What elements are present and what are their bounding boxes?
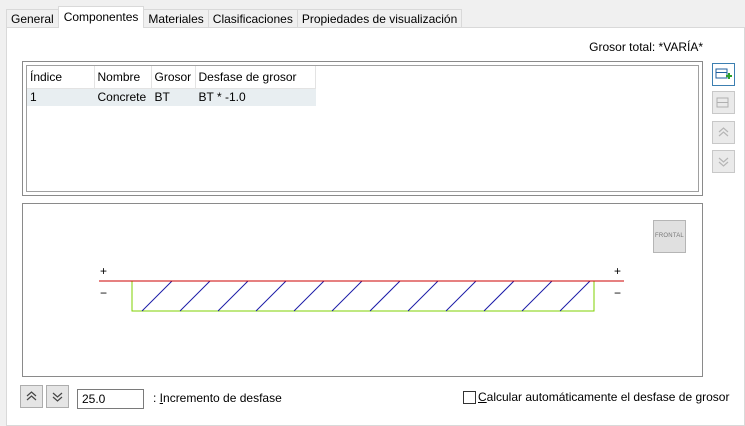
tab-propiedades-visualizacion[interactable]: Propiedades de visualización <box>296 9 463 28</box>
label-prefix: : <box>153 391 160 405</box>
components-grid: Índice Nombre Grosor Desfase de grosor 1… <box>26 65 699 192</box>
column-header-indice[interactable]: Índice <box>27 66 95 89</box>
remove-component-button[interactable] <box>712 91 735 114</box>
offset-increment-label: : Incremento de desfase <box>153 391 282 405</box>
add-component-button[interactable] <box>712 63 735 86</box>
frontal-view-button[interactable]: FRONTAL <box>653 220 686 253</box>
components-grid-frame: Índice Nombre Grosor Desfase de grosor 1… <box>22 61 703 196</box>
add-component-icon <box>715 68 732 79</box>
column-header-nombre[interactable]: Nombre <box>94 66 152 89</box>
offset-down-button[interactable] <box>46 385 69 408</box>
move-down-icon <box>718 157 729 167</box>
auto-offset-option[interactable]: Calcular automáticamente el desfase de g… <box>463 390 729 404</box>
minus-left-marker: − <box>100 286 107 300</box>
cell-grosor[interactable]: BT <box>151 88 196 106</box>
tab-materiales[interactable]: Materiales <box>143 9 209 28</box>
plus-left-marker: + <box>100 264 107 278</box>
table-row[interactable]: 1 Concrete BT BT * -1.0 <box>27 88 316 106</box>
remove-component-icon <box>716 97 729 108</box>
tab-clasificaciones[interactable]: Clasificaciones <box>207 9 298 28</box>
move-down-button[interactable] <box>712 150 735 173</box>
tab-strip: General Componentes Materiales Clasifica… <box>6 6 463 28</box>
tab-componentes[interactable]: Componentes <box>57 6 145 28</box>
label-text: ncremento de desfase <box>163 391 282 405</box>
offset-up-icon <box>26 391 37 401</box>
cell-desfase[interactable]: BT * -1.0 <box>195 88 316 106</box>
offset-down-icon <box>52 392 63 402</box>
layer-outline <box>131 280 595 312</box>
grid-header-row: Índice Nombre Grosor Desfase de grosor <box>27 66 316 89</box>
move-up-button[interactable] <box>712 121 735 144</box>
column-header-grosor[interactable]: Grosor <box>151 66 196 89</box>
move-up-icon <box>718 127 729 137</box>
wall-section-diagram: + − + − <box>99 264 624 312</box>
plus-right-marker: + <box>614 264 621 278</box>
column-header-desfase[interactable]: Desfase de grosor <box>195 66 316 89</box>
auto-offset-checkbox[interactable] <box>463 390 476 404</box>
cell-nombre[interactable]: Concrete <box>93 88 152 106</box>
offset-increment-input[interactable] <box>77 389 144 409</box>
wall-preview[interactable]: + − + − FRONTAL <box>22 203 703 377</box>
auto-offset-label[interactable]: Calcular automáticamente el desfase de g… <box>478 390 729 404</box>
hatch-pattern <box>141 280 591 312</box>
total-thickness-label: Grosor total: *VARÍA* <box>589 40 703 54</box>
cell-indice[interactable]: 1 <box>27 88 95 106</box>
label-mnemonic: C <box>478 390 487 404</box>
offset-up-button[interactable] <box>20 385 43 408</box>
tab-general[interactable]: General <box>6 9 59 28</box>
minus-right-marker: − <box>614 286 621 300</box>
label-text: alcular automáticamente el desfase de gr… <box>486 390 730 404</box>
